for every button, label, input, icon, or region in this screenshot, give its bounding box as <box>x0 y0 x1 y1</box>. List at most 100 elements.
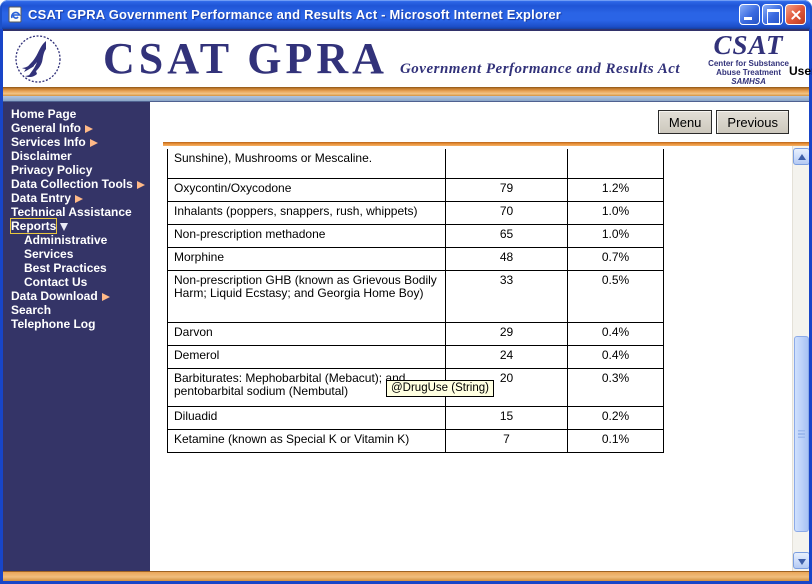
sidebar-item-label: General Info <box>11 121 82 135</box>
app-header: CSAT GPRA Government Performance and Res… <box>3 29 812 87</box>
sidebar-item-search[interactable]: Search <box>11 303 150 317</box>
sidebar-item-data-download[interactable]: Data Download <box>11 289 150 303</box>
logout-link[interactable]: Logout <box>789 41 812 55</box>
sidebar-item-home-page[interactable]: Home Page <box>11 107 150 121</box>
sidebar-item-services-info[interactable]: Services Info <box>11 135 150 149</box>
sidebar-item-label: Data Entry <box>11 191 72 205</box>
table-row: Sunshine), Mushrooms or Mescaline. <box>167 149 664 179</box>
cell-value: 48 <box>445 246 568 271</box>
arrow-right-icon <box>85 124 94 133</box>
user-block: Logout User: Christopher Shumway <box>789 41 812 78</box>
cell-name: Inhalants (poppers, snappers, rush, whip… <box>167 200 446 225</box>
scrollbar-thumb[interactable] <box>794 336 809 532</box>
sidebar-item-label: Privacy Policy <box>11 163 93 177</box>
sidebar-item-label: Telephone Log <box>11 317 96 331</box>
sidebar-item-administrative[interactable]: Administrative <box>11 233 150 247</box>
cell-value: 24 <box>445 344 568 369</box>
window-title: CSAT GPRA Government Performance and Res… <box>28 7 562 22</box>
sidebar-item-reports[interactable]: Reports <box>9 218 150 234</box>
brand-block: CSAT GPRA Government Performance and Res… <box>103 37 680 81</box>
arrow-up-icon <box>798 154 806 160</box>
cell-value: 15 <box>445 405 568 430</box>
table-row: Non-prescription GHB (known as Grievous … <box>167 269 664 323</box>
cell-value <box>445 149 568 179</box>
scroll-up-button[interactable] <box>793 148 809 165</box>
title-bar[interactable]: CSAT GPRA Government Performance and Res… <box>0 0 812 29</box>
sidebar-item-label: Disclaimer <box>11 149 72 163</box>
cell-pct <box>567 149 664 179</box>
sidebar-item-label: Home Page <box>11 107 77 121</box>
table-row: Non-prescription methadone 65 1.0% <box>167 223 664 248</box>
cell-pct: 0.2% <box>567 405 664 430</box>
sidebar-item-general-info[interactable]: General Info <box>11 121 150 135</box>
cell-pct: 0.4% <box>567 321 664 346</box>
csat-logo-title: CSAT <box>713 30 784 60</box>
hhs-logo-icon <box>13 33 63 85</box>
cell-name: Oxycontin/Oxycodone <box>167 177 446 202</box>
menu-button[interactable]: Menu <box>657 110 713 134</box>
druguse-tooltip: @DrugUse (String) <box>386 380 494 397</box>
sidebar-item-best-practices[interactable]: Best Practices <box>11 261 150 275</box>
toolbar: Menu Previous <box>150 102 809 142</box>
csat-logo-samhsa: SAMHSA <box>731 77 766 86</box>
arrow-right-icon <box>136 180 145 189</box>
sidebar-item-technical-assistance[interactable]: Technical Assistance <box>11 205 150 219</box>
app-subtitle: Government Performance and Results Act <box>399 61 681 77</box>
report-scroll-area: Sunshine), Mushrooms or Mescaline. Oxycon… <box>150 146 809 571</box>
arrow-down-icon <box>60 222 69 231</box>
sidebar-item-privacy-policy[interactable]: Privacy Policy <box>11 163 150 177</box>
user-label: User: Christopher Shumway <box>788 63 812 78</box>
sidebar-item-services[interactable]: Services <box>11 247 150 261</box>
sidebar-item-label: Contact Us <box>24 275 88 289</box>
main-content: Menu Previous Sunshine), Mushrooms or Me… <box>150 102 809 571</box>
sidebar-item-label: Services Info <box>11 135 86 149</box>
sidebar-nav: Home Page General Info Services Info Discla… <box>3 102 150 571</box>
cell-pct: 0.4% <box>567 344 664 369</box>
cell-name: Ketamine (known as Special K or Vitamin … <box>167 428 446 453</box>
maximize-button[interactable] <box>762 4 783 25</box>
csat-logo-line2: Abuse Treatment <box>716 68 781 77</box>
cell-pct: 0.5% <box>567 269 664 323</box>
cell-value: 79 <box>445 177 568 202</box>
table-row: Ketamine (known as Special K or Vitamin … <box>167 428 664 453</box>
app-logo-text: CSAT GPRA <box>103 34 388 83</box>
sidebar-item-disclaimer[interactable]: Disclaimer <box>11 149 150 163</box>
cell-value: 7 <box>445 428 568 453</box>
close-button[interactable] <box>785 4 806 25</box>
csat-logo-line1: Center for Substance <box>708 59 789 68</box>
cell-name: Morphine <box>167 246 446 271</box>
sidebar-item-label: Reports <box>9 218 58 234</box>
internet-explorer-icon <box>7 6 24 23</box>
cell-pct: 1.2% <box>567 177 664 202</box>
sidebar-item-data-collection-tools[interactable]: Data Collection Tools <box>11 177 150 191</box>
header-divider-orange-bar <box>3 87 809 96</box>
table-row: Morphine 48 0.7% <box>167 246 664 271</box>
cell-name: Darvon <box>167 321 446 346</box>
arrow-down-icon <box>798 559 806 565</box>
cell-value: 33 <box>445 269 568 323</box>
sidebar-item-label: Technical Assistance <box>11 205 132 219</box>
minimize-button[interactable] <box>739 4 760 25</box>
table-row: Demerol 24 0.4% <box>167 344 664 369</box>
table-row: Diluadid 15 0.2% <box>167 405 664 430</box>
sidebar-item-label: Best Practices <box>24 261 107 275</box>
cell-name: Sunshine), Mushrooms or Mescaline. <box>167 149 446 179</box>
sidebar-item-label: Search <box>11 303 52 317</box>
scroll-down-button[interactable] <box>793 552 809 569</box>
previous-button[interactable]: Previous <box>716 110 789 134</box>
table-row: Darvon 29 0.4% <box>167 321 664 346</box>
cell-pct: 0.7% <box>567 246 664 271</box>
sidebar-item-label: Services <box>24 247 74 261</box>
sidebar-item-data-entry[interactable]: Data Entry <box>11 191 150 205</box>
arrow-right-icon <box>101 292 110 301</box>
table-row: Oxycontin/Oxycodone 79 1.2% <box>167 177 664 202</box>
sidebar-item-telephone-log[interactable]: Telephone Log <box>11 317 150 331</box>
cell-value: 29 <box>445 321 568 346</box>
sidebar-item-contact-us[interactable]: Contact Us <box>11 275 150 289</box>
arrow-right-icon <box>89 138 98 147</box>
table-row: Inhalants (poppers, snappers, rush, whip… <box>167 200 664 225</box>
cell-pct: 1.0% <box>567 223 664 248</box>
sidebar-item-label: Data Download <box>11 289 98 303</box>
cell-value: 65 <box>445 223 568 248</box>
vertical-scrollbar[interactable] <box>792 146 809 571</box>
